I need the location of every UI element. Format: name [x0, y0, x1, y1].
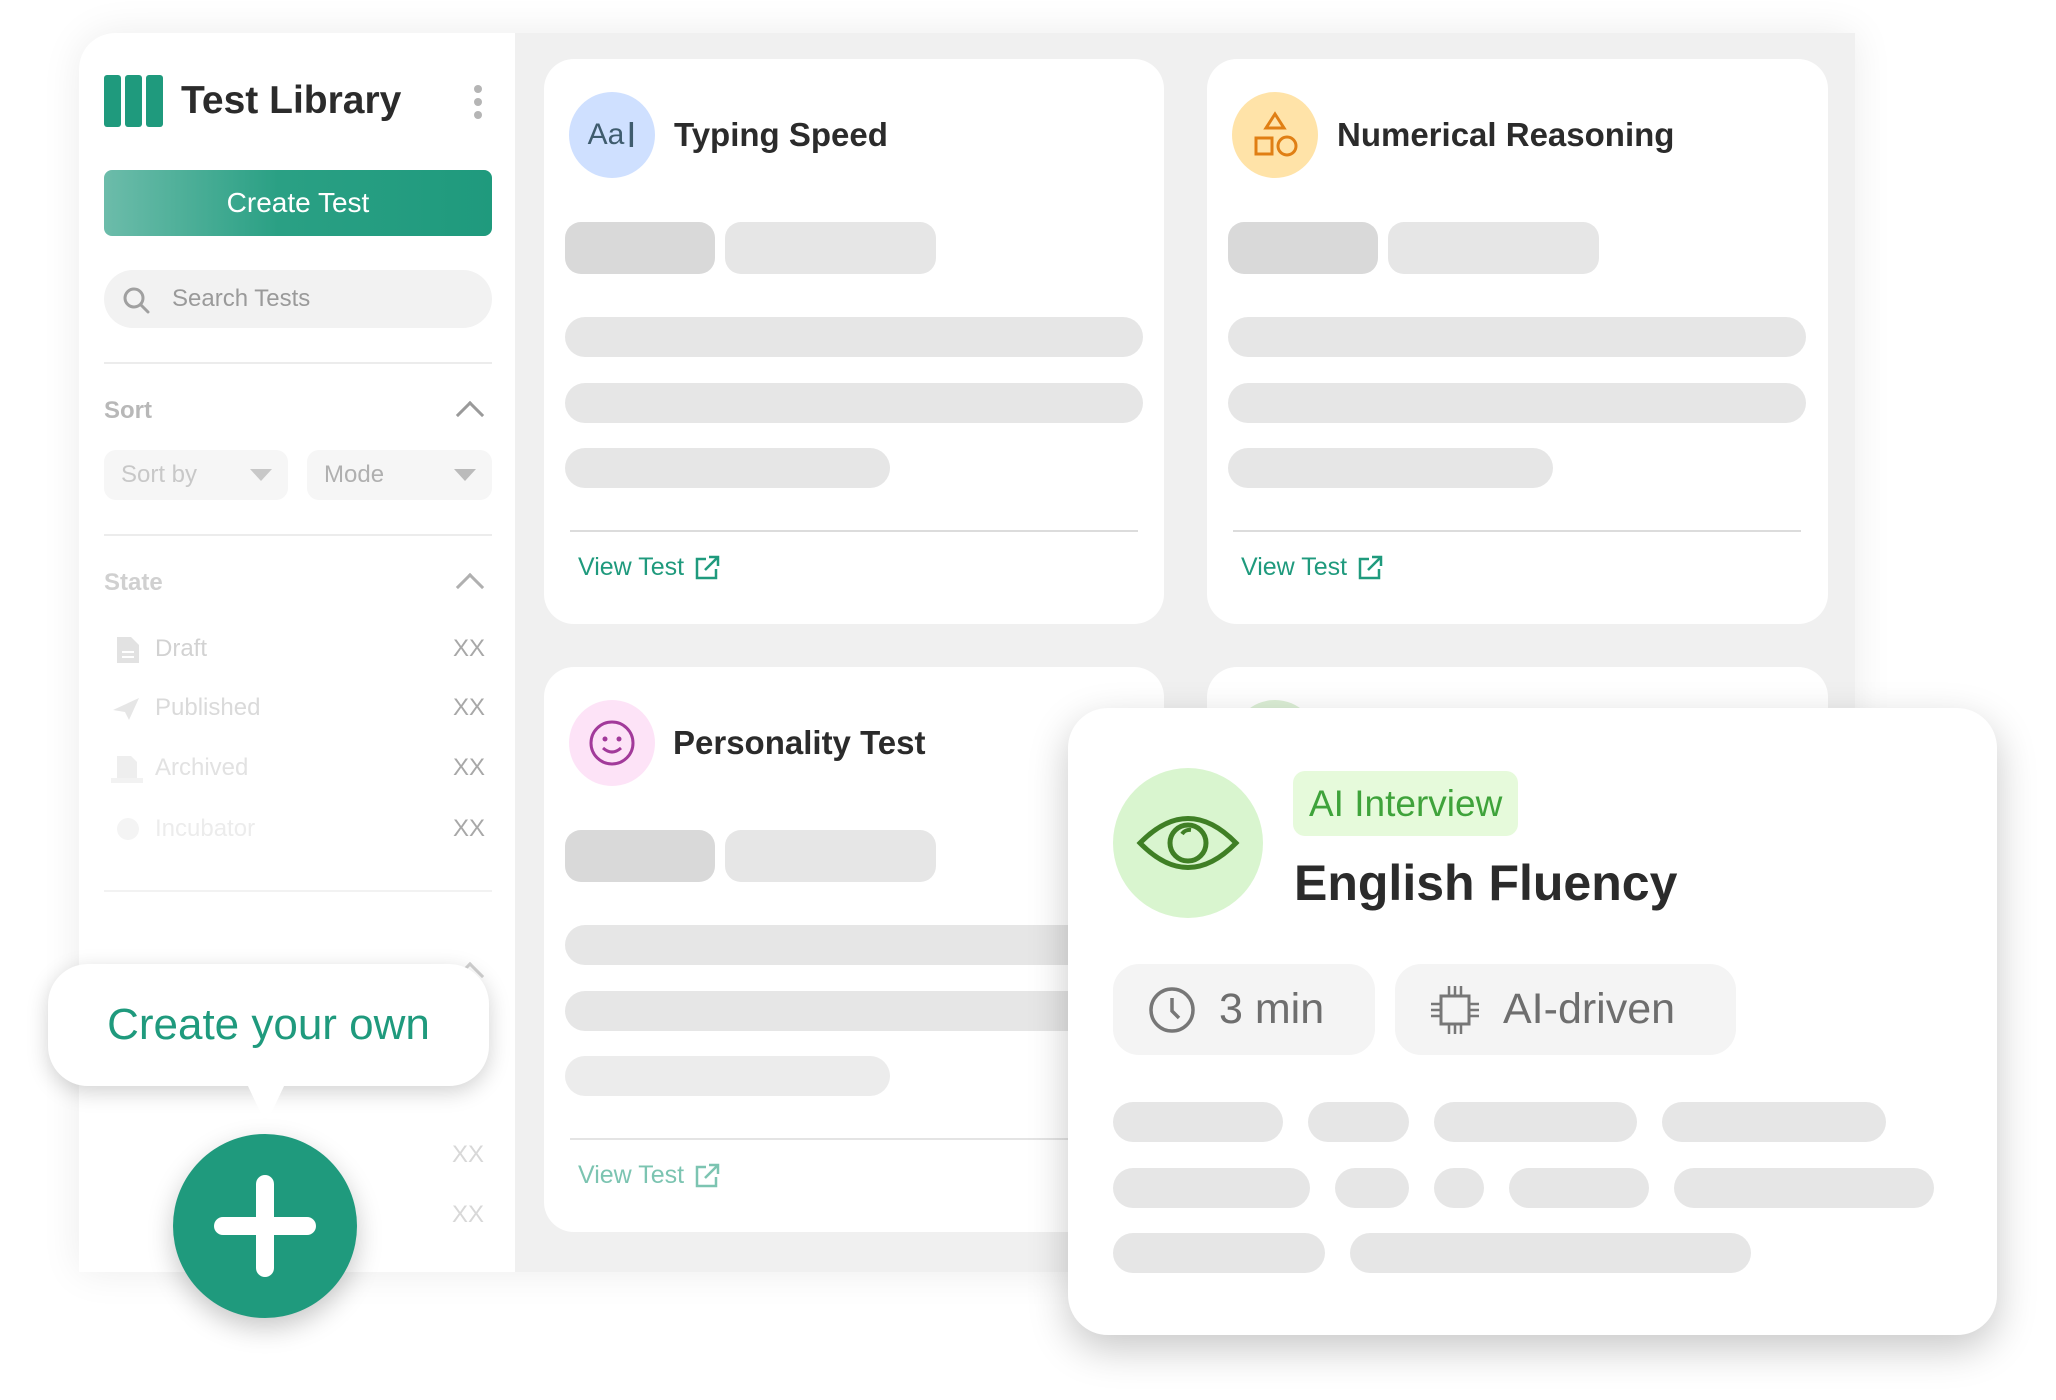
state-label: Draft [155, 635, 208, 662]
create-fab-button[interactable] [173, 1134, 357, 1318]
state-count: XX [452, 694, 485, 721]
sort-by-label: Sort by [121, 461, 198, 488]
text-cursor-icon: Aa I [569, 92, 655, 178]
chip-icon [1431, 985, 1479, 1034]
view-test-label: View Test [578, 553, 685, 581]
featured-test-card[interactable]: AI Interview English Fluency 3 min AI-dr… [1068, 708, 1997, 1335]
state-label: Archived [155, 754, 249, 781]
caret-down-icon [454, 469, 476, 481]
logo-icon [104, 75, 164, 127]
mode-value: AI-driven [1503, 985, 1676, 1033]
create-test-button[interactable]: Create Test [104, 170, 492, 236]
caret-down-icon [250, 469, 272, 481]
view-test-label: View Test [578, 1161, 685, 1189]
view-test-link[interactable]: View Test [578, 1161, 720, 1190]
state-count: XX [452, 1201, 485, 1228]
sort-heading: Sort [104, 397, 152, 424]
view-test-link[interactable]: View Test [578, 553, 720, 582]
shapes-icon [1232, 92, 1318, 178]
view-test-label: View Test [1241, 553, 1348, 581]
app-title: Test Library [181, 79, 402, 122]
state-count: XX [452, 635, 485, 662]
sort-by-dropdown[interactable]: Sort by [104, 450, 288, 500]
state-item-archived[interactable]: Archived XX [111, 748, 485, 788]
state-label: Incubator [155, 815, 256, 842]
create-your-own-tooltip: Create your own [48, 964, 489, 1086]
chevron-up-icon[interactable] [455, 400, 485, 430]
paper-plane-icon [113, 698, 139, 720]
view-test-link[interactable]: View Test [1241, 553, 1383, 582]
mode-label: Mode [324, 461, 385, 488]
state-count: XX [452, 815, 485, 842]
external-link-icon [1358, 555, 1383, 579]
mode-chip: AI-driven [1395, 964, 1736, 1055]
plus-icon [214, 1175, 316, 1277]
kebab-menu-icon[interactable] [474, 85, 484, 119]
duration-value: 3 min [1219, 985, 1325, 1033]
archive-icon [111, 756, 143, 783]
card-title: Numerical Reasoning [1337, 116, 1675, 153]
search-input[interactable]: Search Tests [104, 270, 492, 328]
state-item-incubator[interactable]: Incubator XX [115, 809, 485, 849]
eye-icon [1113, 768, 1263, 918]
tooltip-text: Create your own [107, 1000, 430, 1049]
external-link-icon [695, 1163, 720, 1187]
sidebar: Test Library Create Test Search Tests So… [79, 33, 515, 1272]
state-heading: State [104, 569, 163, 596]
smiley-icon [569, 700, 655, 786]
state-item-draft[interactable]: Draft XX [115, 629, 485, 669]
state-count: XX [452, 754, 485, 781]
search-placeholder: Search Tests [172, 285, 311, 312]
state-label: Published [155, 694, 261, 721]
state-item-published[interactable]: Published XX [113, 688, 485, 728]
clock-icon [1149, 986, 1195, 1033]
test-card-numerical-reasoning[interactable]: Numerical Reasoning View Test [1207, 59, 1828, 624]
document-icon [117, 637, 139, 663]
duration-chip: 3 min [1113, 964, 1375, 1055]
category-badge: AI Interview [1293, 771, 1519, 836]
chevron-up-icon[interactable] [455, 572, 485, 602]
test-card-typing-speed[interactable]: Aa I Typing Speed View Test [544, 59, 1164, 624]
card-title: Personality Test [673, 724, 926, 761]
search-icon [123, 287, 150, 314]
external-link-icon [695, 555, 720, 579]
incubator-icon [117, 818, 139, 840]
state-count: XX [452, 1141, 485, 1168]
tooltip-tail [247, 1084, 285, 1124]
mode-dropdown[interactable]: Mode [307, 450, 492, 500]
featured-title: English Fluency [1294, 855, 1678, 911]
card-title: Typing Speed [674, 116, 888, 153]
